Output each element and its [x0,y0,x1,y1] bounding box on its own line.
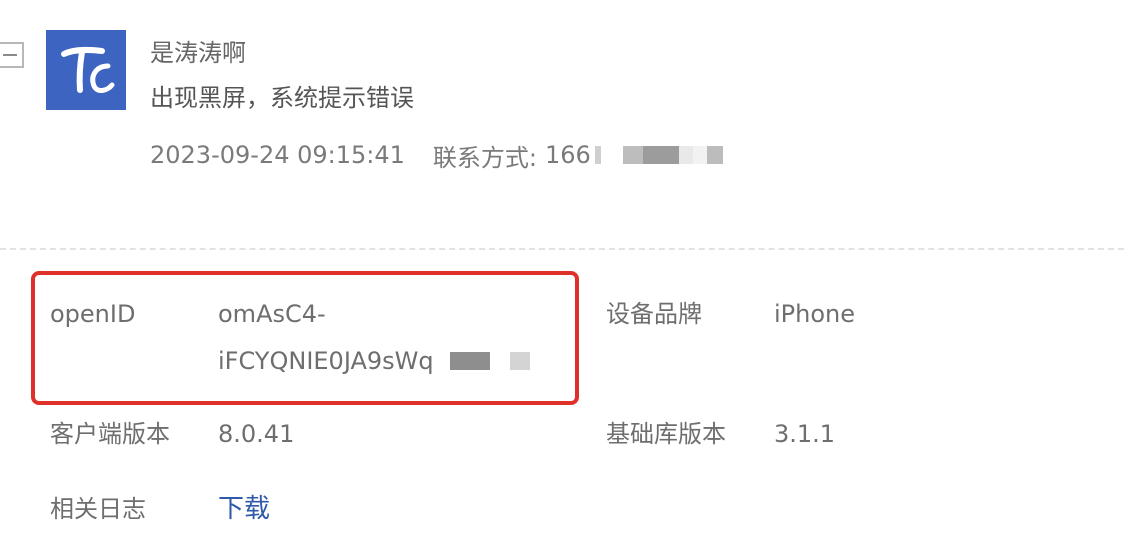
contact-value: 166 [545,141,591,169]
device-brand-value: iPhone [774,300,856,328]
contact-label: 联系方式: [432,143,537,172]
client-version-value: 8.0.41 [218,420,295,448]
device-brand-label: 设备品牌 [606,300,702,328]
client-version-label: 客户端版本 [50,420,170,448]
openid-highlight-box [31,271,579,405]
feedback-message: 出现黑屏，系统提示错误 [150,84,414,112]
contact-redaction-mosaic [594,144,723,166]
avatar [46,30,126,110]
related-logs-label: 相关日志 [50,495,146,523]
download-logs-link[interactable]: 下载 [218,491,270,527]
section-divider [0,248,1124,250]
timestamp: 2023-09-24 09:15:41 [150,141,405,169]
collapse-toggle-icon[interactable] [0,42,24,68]
base-library-version-label: 基础库版本 [606,420,726,448]
base-library-version-value: 3.1.1 [774,420,836,448]
avatar-logo-icon [46,30,126,110]
meta-row: 2023-09-24 09:15:41 联系方式: 166 [150,137,723,173]
user-name: 是涛涛啊 [150,39,246,67]
